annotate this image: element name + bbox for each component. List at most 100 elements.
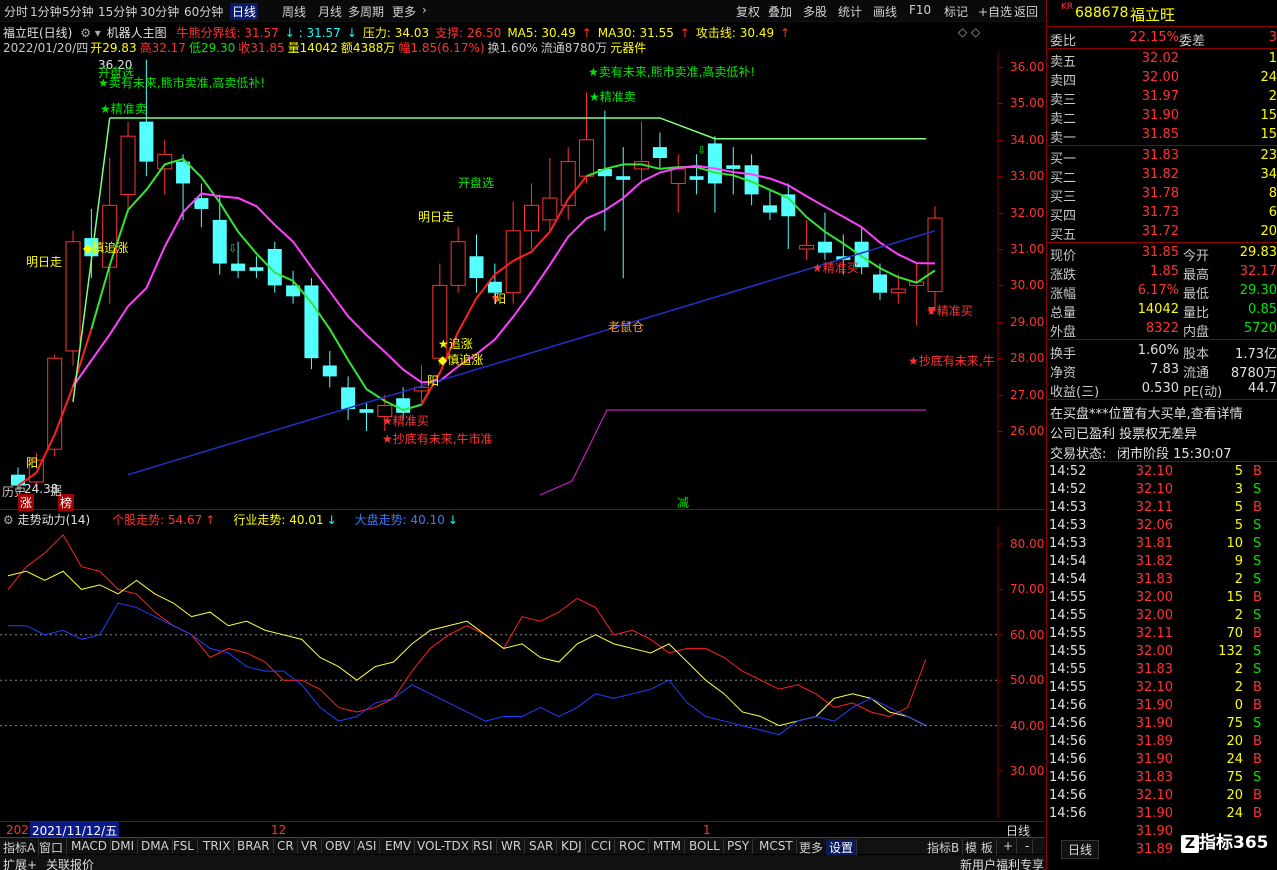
indicator-tab-8[interactable]: CR bbox=[274, 839, 298, 853]
tick-row: 14:56 31.90 24 B bbox=[1049, 752, 1262, 767]
indicator-tab-2[interactable]: MACD bbox=[68, 839, 111, 853]
toolbar-btn-2[interactable]: 多股 bbox=[803, 3, 827, 20]
toolbar-btn-1[interactable]: 叠加 bbox=[768, 3, 792, 20]
indicator-tab-20[interactable]: MTM bbox=[650, 839, 686, 853]
candle bbox=[341, 376, 356, 421]
indicator-tab-1[interactable]: 窗口 bbox=[36, 839, 68, 856]
indicator-value-8: ↑ bbox=[679, 26, 690, 40]
toolbar-btn-7[interactable]: +自选 bbox=[978, 3, 1012, 20]
period-tab-2[interactable]: 5分钟 bbox=[62, 3, 94, 20]
indicator-tab-13[interactable]: VOL-TDX bbox=[414, 839, 473, 853]
indicator-tab-4[interactable]: DMA bbox=[138, 839, 173, 853]
indicator-tab-14[interactable]: RSI bbox=[470, 839, 497, 853]
indicator-tab-23[interactable]: MCST bbox=[756, 839, 797, 853]
toolbar-btn-4[interactable]: 画线 bbox=[873, 3, 897, 20]
chart-nav-icons[interactable]: ◇ ◇ bbox=[958, 25, 980, 39]
new-user-promo[interactable]: 新用户福利专享 bbox=[960, 856, 1044, 870]
period-tab-7[interactable]: 周线 bbox=[282, 3, 306, 20]
indicator-tab-21[interactable]: BOLL bbox=[686, 839, 724, 853]
period-tab-6[interactable]: 日线 bbox=[230, 3, 259, 20]
sub-tick: 50.00 bbox=[1010, 673, 1045, 688]
toolbar-btn-8[interactable]: 返回 bbox=[1014, 3, 1038, 20]
tick-row: 14:55 32.11 70 B bbox=[1049, 626, 1262, 641]
indicator-tab-17[interactable]: KDJ bbox=[558, 839, 586, 853]
period-tab-9[interactable]: 多周期 bbox=[348, 3, 384, 20]
indicator-tab-9[interactable]: VR bbox=[298, 839, 322, 853]
candle bbox=[542, 158, 558, 231]
quote-item-8: 换1.60% bbox=[487, 41, 538, 55]
indicator-tab-7[interactable]: BRAR bbox=[234, 839, 274, 853]
expand-button[interactable]: 扩展+ bbox=[3, 856, 37, 870]
toolbar-btn-6[interactable]: 标记 bbox=[944, 3, 968, 20]
indicator-tab-10[interactable]: OBV bbox=[322, 839, 355, 853]
date-prefix: 202 bbox=[6, 823, 29, 837]
bottom-right-btn-0[interactable]: 指标B bbox=[924, 839, 964, 856]
period-tab-0[interactable]: 分时 bbox=[4, 3, 28, 20]
indicator-tab-11[interactable]: ASI bbox=[354, 839, 381, 853]
period-tab-4[interactable]: 30分钟 bbox=[140, 3, 179, 20]
price-tick: 30.00 bbox=[1010, 278, 1045, 293]
period-tab-1[interactable]: 1分钟 bbox=[30, 3, 62, 20]
main-price-chart[interactable]: ⇩⇩ bbox=[0, 54, 1045, 509]
candle bbox=[634, 121, 650, 184]
indicator-tab-19[interactable]: ROC bbox=[616, 839, 650, 853]
indicator-tab-25[interactable]: 设置 bbox=[826, 839, 858, 856]
notice-2[interactable]: 公司已盈利 投票权无差异 bbox=[1047, 422, 1277, 442]
bottom-right-btn-2[interactable]: + bbox=[1000, 839, 1018, 853]
bottom-right-btn-1[interactable]: 模 板 bbox=[962, 839, 997, 856]
indicator-value-10: ↑ bbox=[780, 26, 791, 40]
related-quote-button[interactable]: 关联报价 bbox=[46, 856, 94, 870]
tick-row: 14:56 31.83 75 S bbox=[1049, 770, 1262, 785]
indicator-tab-0[interactable]: 指标A bbox=[0, 839, 40, 856]
dropdown-icon[interactable]: ▾ bbox=[95, 26, 101, 40]
period-tab-8[interactable]: 月线 bbox=[318, 3, 342, 20]
divider bbox=[1047, 461, 1277, 462]
settings-icon[interactable]: ⚙ bbox=[80, 26, 91, 40]
period-label: 日线 bbox=[1006, 824, 1031, 838]
period-tab-5[interactable]: 60分钟 bbox=[184, 3, 223, 20]
stat-row-2: 涨幅 6.17% 最低 29.30 bbox=[1050, 283, 1277, 302]
price-tick-mark bbox=[998, 67, 1003, 68]
toolbar-btn-5[interactable]: F10 bbox=[909, 3, 931, 17]
daily-tab[interactable]: 日线 bbox=[1061, 840, 1100, 859]
indicator-tab-12[interactable]: EMV bbox=[382, 839, 416, 853]
signal-label: 明日走 bbox=[26, 255, 63, 269]
indicator-tab-24[interactable]: 更多 bbox=[796, 839, 828, 856]
toolbar-btn-3[interactable]: 统计 bbox=[838, 3, 862, 20]
indicator-tab-5[interactable]: FSL bbox=[170, 839, 198, 853]
indicator-tab-3[interactable]: DMI bbox=[108, 839, 139, 853]
signal-label: 阳 bbox=[427, 374, 440, 388]
trend-value-5: ↓ bbox=[447, 513, 458, 527]
signal-label: 老鼠仓 bbox=[608, 320, 645, 334]
bottom-right-btn-3[interactable]: - bbox=[1022, 839, 1034, 853]
price-tick: 27.00 bbox=[1010, 387, 1045, 402]
stat-row-4: 外盘 8322 内盘 5720 bbox=[1050, 321, 1277, 340]
price-tick: 28.00 bbox=[1010, 351, 1045, 366]
sells-level-0: 卖五 32.02 1 bbox=[1050, 51, 1277, 70]
hollow-down-arrow-icon: ⇩ bbox=[697, 144, 706, 157]
indicator-tab-16[interactable]: SAR bbox=[526, 839, 558, 853]
quote-item-5: 量14042 bbox=[287, 41, 338, 55]
indicator-tab-22[interactable]: PSY bbox=[724, 839, 754, 853]
notice-1[interactable]: 在买盘***位置有大买单,查看详情 bbox=[1047, 402, 1277, 422]
sub-chart-title[interactable]: 走势动力(14) bbox=[18, 513, 91, 527]
toolbar-btn-0[interactable]: 复权 bbox=[736, 3, 760, 20]
price-tick: 34.00 bbox=[1010, 132, 1045, 147]
tick-row: 14:55 32.00 2 S bbox=[1049, 608, 1262, 623]
period-tab-10[interactable]: 更多 bbox=[392, 3, 416, 20]
trend-power-chart[interactable] bbox=[0, 526, 1045, 818]
indicator-value-1: ↓ : 31.57 bbox=[284, 26, 341, 40]
industry-trend-line bbox=[7, 570, 927, 727]
candle bbox=[781, 183, 796, 249]
bull-bear-line-green bbox=[586, 163, 936, 284]
indicator-tab-15[interactable]: WR bbox=[498, 839, 526, 853]
indicator-tab-18[interactable]: CCI bbox=[588, 839, 616, 853]
tick-row: 14:56 31.90 75 S bbox=[1049, 716, 1262, 731]
settings-icon[interactable]: ⚙ bbox=[3, 513, 14, 527]
period-tab-3[interactable]: 15分钟 bbox=[98, 3, 137, 20]
more-chevron-icon[interactable]: › bbox=[422, 3, 427, 17]
indicator-tab-6[interactable]: TRIX bbox=[200, 839, 235, 853]
candle bbox=[450, 227, 466, 293]
indicator-name[interactable]: 机器人主图 bbox=[107, 26, 167, 40]
watermark-logo: Z 指标365 bbox=[1181, 828, 1269, 853]
